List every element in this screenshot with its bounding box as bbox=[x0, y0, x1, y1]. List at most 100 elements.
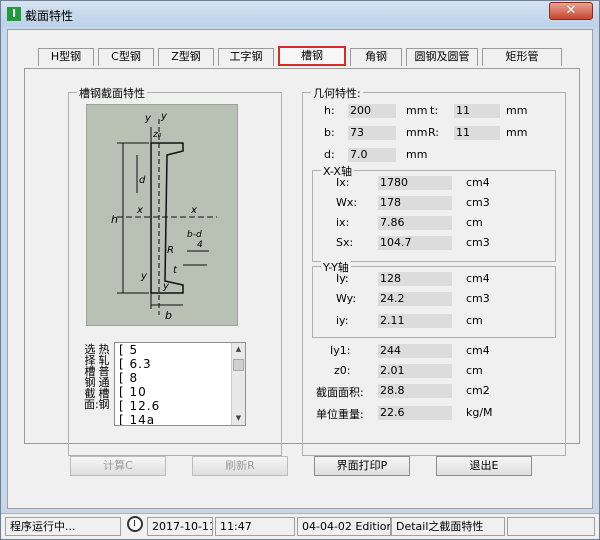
Wy-unit: cm3 bbox=[466, 292, 490, 305]
Iy-value: 128 bbox=[378, 272, 452, 286]
app-icon: Ι bbox=[7, 7, 21, 21]
Wx-value: 178 bbox=[378, 196, 452, 210]
R-unit: mm bbox=[506, 126, 528, 139]
weight-unit: kg/M bbox=[466, 406, 493, 419]
b-unit: mm bbox=[406, 126, 428, 139]
status-empty bbox=[507, 517, 595, 536]
diagram-label-y-bot2: y bbox=[162, 281, 170, 292]
list-item[interactable]: [ 5 bbox=[115, 343, 245, 357]
h-value: 200 bbox=[348, 104, 396, 118]
status-bar: 程序运行中... 2017-10-11 11:47 04-04-02 Editi… bbox=[1, 513, 599, 539]
t-value: 11 bbox=[454, 104, 500, 118]
channel-shape: y y z₀ d h x x b-d 4 R t y y b bbox=[111, 111, 217, 322]
Sx-unit: cm3 bbox=[466, 236, 490, 249]
z0-value: 2.01 bbox=[378, 364, 452, 378]
area-unit: cm2 bbox=[466, 384, 490, 397]
status-version: 04-04-02 Edition bbox=[297, 517, 391, 536]
close-button[interactable]: ✕ bbox=[549, 2, 593, 20]
section-group-title: 槽钢截面特性 bbox=[77, 85, 147, 101]
list-scrollbar[interactable]: ▲ ▼ bbox=[231, 343, 245, 425]
tab-rect-tube[interactable]: 矩形管 bbox=[482, 48, 562, 66]
area-value: 28.8 bbox=[378, 384, 452, 398]
Wx-label: Wx: bbox=[336, 196, 358, 209]
app-window: Ι 截面特性 ✕ H型钢 C型钢 Z型钢 工字钢 槽钢 角钢 圆钢及圆管 矩形管… bbox=[0, 0, 600, 540]
R-label: R: bbox=[428, 126, 440, 139]
selector-sublabel: 热轧普通槽钢 bbox=[98, 343, 110, 411]
iy-label: iy: bbox=[336, 314, 349, 327]
ix-value: 7.86 bbox=[378, 216, 452, 230]
diagram-label-y-top2: y bbox=[160, 111, 168, 122]
diagram-label-x-right: x bbox=[190, 205, 197, 216]
channel-section-diagram: y y z₀ d h x x b-d 4 R t y y b bbox=[86, 104, 238, 326]
Iy-label: Iy: bbox=[336, 272, 349, 285]
tab-h-steel[interactable]: H型钢 bbox=[38, 48, 94, 66]
z0-label: z0: bbox=[334, 364, 351, 377]
window-title: 截面特性 bbox=[25, 9, 74, 23]
h-unit: mm bbox=[406, 104, 428, 117]
diagram-label-h: h bbox=[111, 213, 118, 226]
scroll-thumb[interactable] bbox=[233, 359, 244, 371]
diagram-label-z0: z₀ bbox=[152, 130, 162, 140]
diagram-label-d: d bbox=[139, 175, 146, 186]
clock-icon bbox=[127, 516, 143, 532]
diagram-label-b-d: b-d bbox=[187, 230, 202, 240]
list-item[interactable]: [ 10 bbox=[115, 385, 245, 399]
z0-unit: cm bbox=[466, 364, 483, 377]
diagram-label-t: t bbox=[173, 265, 178, 276]
tab-c-steel[interactable]: C型钢 bbox=[98, 48, 154, 66]
diagram-label-four: 4 bbox=[197, 240, 203, 250]
list-item[interactable]: [ 14a bbox=[115, 413, 245, 425]
tab-channel-steel[interactable]: 槽钢 bbox=[278, 46, 346, 66]
Ix-unit: cm4 bbox=[466, 176, 490, 189]
t-unit: mm bbox=[506, 104, 528, 117]
Ix-label: Ix: bbox=[336, 176, 350, 189]
selector-label: 选择槽钢截面: bbox=[84, 343, 99, 411]
list-item[interactable]: [ 12.6 bbox=[115, 399, 245, 413]
tab-z-steel[interactable]: Z型钢 bbox=[158, 48, 214, 66]
b-value: 73 bbox=[348, 126, 396, 140]
Iy1-unit: cm4 bbox=[466, 344, 490, 357]
weight-value: 22.6 bbox=[378, 406, 452, 420]
status-date: 2017-10-11 bbox=[147, 517, 213, 536]
scroll-down-button[interactable]: ▼ bbox=[232, 412, 245, 425]
Sx-label: Sx: bbox=[336, 236, 354, 249]
tab-angle-steel[interactable]: 角钢 bbox=[350, 48, 402, 66]
client-area: H型钢 C型钢 Z型钢 工字钢 槽钢 角钢 圆钢及圆管 矩形管 槽钢截面特性 y… bbox=[7, 29, 593, 509]
Ix-value: 1780 bbox=[378, 176, 452, 190]
Sx-value: 104.7 bbox=[378, 236, 452, 250]
b-label: b: bbox=[324, 126, 335, 139]
section-listbox[interactable]: [ 5 [ 6.3 [ 8 [ 10 [ 12.6 [ 14a ▲ ▼ bbox=[114, 342, 246, 426]
refresh-button[interactable]: 刷新R bbox=[192, 456, 288, 476]
Wy-value: 24.2 bbox=[378, 292, 452, 306]
list-item[interactable]: [ 8 bbox=[115, 371, 245, 385]
tab-i-beam[interactable]: 工字钢 bbox=[218, 48, 274, 66]
h-label: h: bbox=[324, 104, 335, 117]
iy-unit: cm bbox=[466, 314, 483, 327]
d-value: 7.0 bbox=[348, 148, 396, 162]
ix-unit: cm bbox=[466, 216, 483, 229]
d-unit: mm bbox=[406, 148, 428, 161]
calculate-button[interactable]: 计算C bbox=[70, 456, 166, 476]
weight-label: 单位重量: bbox=[316, 408, 364, 421]
tab-round-steel[interactable]: 圆钢及圆管 bbox=[406, 48, 478, 66]
diagram-label-y-top1: y bbox=[144, 113, 152, 124]
ix-label: ix: bbox=[336, 216, 350, 229]
print-button[interactable]: 界面打印P bbox=[314, 456, 410, 476]
scroll-up-button[interactable]: ▲ bbox=[232, 343, 245, 356]
t-label: t: bbox=[430, 104, 439, 117]
Wy-label: Wy: bbox=[336, 292, 357, 305]
diagram-label-x-left: x bbox=[136, 205, 143, 216]
status-module: Detail之截面特性 bbox=[391, 517, 505, 536]
exit-button[interactable]: 退出E bbox=[436, 456, 532, 476]
diagram-label-y-bot1: y bbox=[140, 271, 148, 282]
area-label: 截面面积: bbox=[316, 386, 364, 399]
list-item[interactable]: [ 6.3 bbox=[115, 357, 245, 371]
title-bar: Ι 截面特性 ✕ bbox=[1, 1, 599, 27]
Iy1-label: Iy1: bbox=[330, 344, 351, 357]
d-label: d: bbox=[324, 148, 335, 161]
Iy1-value: 244 bbox=[378, 344, 452, 358]
Iy-unit: cm4 bbox=[466, 272, 490, 285]
R-value: 11 bbox=[454, 126, 500, 140]
status-message: 程序运行中... bbox=[5, 517, 121, 536]
iy-value: 2.11 bbox=[378, 314, 452, 328]
